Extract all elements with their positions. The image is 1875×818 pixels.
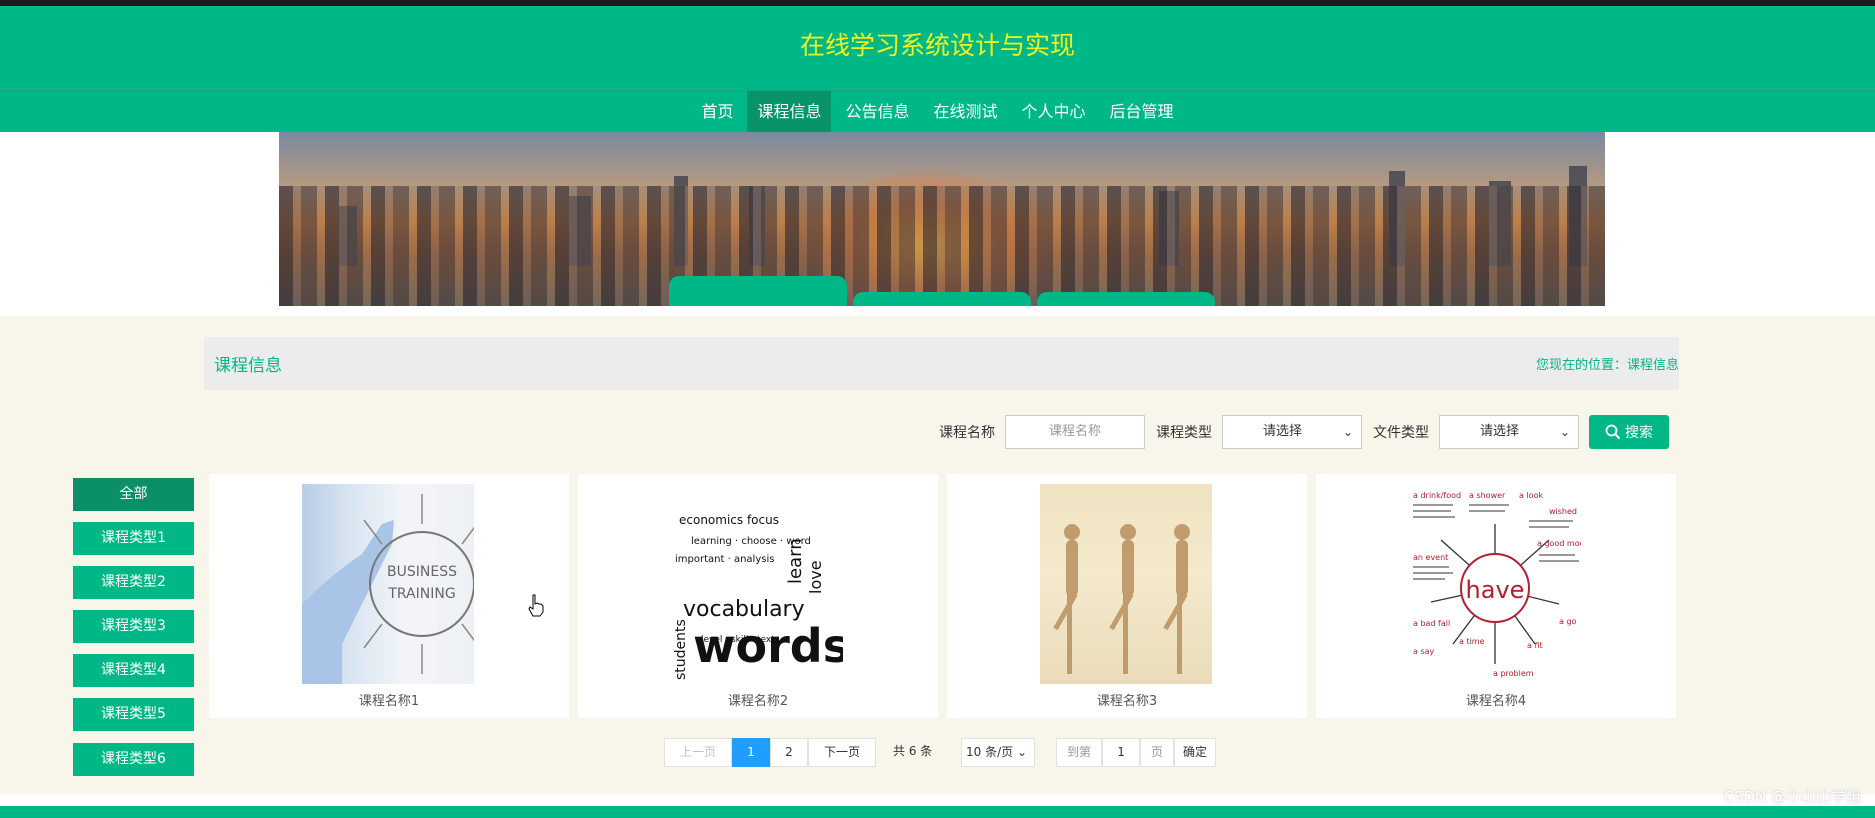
svg-text:a look: a look <box>1519 491 1543 500</box>
svg-text:a time: a time <box>1459 637 1485 646</box>
file-type-select[interactable]: 请选择 ⌄ <box>1439 415 1579 449</box>
category-type-3[interactable]: 课程类型3 <box>73 610 194 643</box>
pager-prev[interactable]: 上一页 <box>664 738 732 767</box>
pager-next[interactable]: 下一页 <box>808 738 876 767</box>
search-button-label: 搜索 <box>1625 425 1653 441</box>
svg-text:a bad fall: a bad fall <box>1413 619 1450 628</box>
course-card-4[interactable]: have a drink/food a shower a look wished an… <box>1316 474 1676 718</box>
banner-tab-2[interactable] <box>853 292 1031 306</box>
nav-home[interactable]: 首页 <box>691 91 743 132</box>
svg-text:a drink/food: a drink/food <box>1413 491 1461 500</box>
svg-text:a fit: a fit <box>1527 641 1543 650</box>
category-type-5[interactable]: 课程类型5 <box>73 698 194 731</box>
breadcrumb: 您现在的位置：课程信息 <box>1535 358 1679 373</box>
search-bar: 课程名称 <box>939 415 995 449</box>
svg-text:important · analysis: important · analysis <box>675 554 774 565</box>
pager-goto-input[interactable]: 1 <box>1102 738 1141 767</box>
site-title: 在线学习系统设计与实现 <box>799 31 1075 60</box>
chevron-down-icon: ⌄ <box>1342 425 1353 439</box>
nav-personal-center[interactable]: 个人中心 <box>1012 91 1096 132</box>
watermark: CSDN @小山山学姐 <box>1723 788 1861 806</box>
pager-page-1[interactable]: 1 <box>732 738 770 767</box>
svg-text:economics focus: economics focus <box>679 513 779 527</box>
pager-page-size: 10 条/页 <box>966 745 1014 759</box>
svg-text:a shower: a shower <box>1469 491 1506 500</box>
file-type-label: 文件类型 <box>1373 425 1429 441</box>
course-image-4[interactable]: have a drink/food a shower a look wished an… <box>1409 484 1581 684</box>
nav-online-test[interactable]: 在线测试 <box>924 91 1008 132</box>
nav-course-info[interactable]: 课程信息 <box>747 91 832 132</box>
section-title-bar: 课程信息 您现在的位置：课程信息 <box>204 337 1679 390</box>
course-card-1[interactable]: BUSINESS TRAINING 课程名称1 <box>209 474 569 718</box>
category-type-2[interactable]: 课程类型2 <box>73 566 194 599</box>
svg-text:students: students <box>673 619 689 680</box>
course-type-select[interactable]: 请选择 ⌄ <box>1222 415 1362 449</box>
svg-text:a say: a say <box>1413 647 1435 656</box>
course-type-label: 课程类型 <box>1156 425 1212 441</box>
svg-text:a good mood: a good mood <box>1537 539 1581 548</box>
pager-page-unit: 页 <box>1140 738 1175 767</box>
section-title: 课程信息 <box>214 356 282 376</box>
banner-image <box>279 132 1605 306</box>
course-name-3[interactable]: 课程名称3 <box>947 690 1307 709</box>
pagination: 上一页 1 2 下一页 <box>664 738 876 767</box>
banner-tab-1[interactable] <box>669 276 847 306</box>
category-type-4[interactable]: 课程类型4 <box>73 654 194 687</box>
course-name-label: 课程名称 <box>939 425 995 441</box>
search-button[interactable]: 搜索 <box>1589 415 1669 449</box>
course-image-text-4: have <box>1466 576 1525 604</box>
pager-total: 共 6 条 <box>893 744 933 758</box>
course-card-2[interactable]: economics focus learning · choose · word… <box>578 474 938 718</box>
course-image-text-2b: words <box>693 619 843 673</box>
footer-bar <box>0 806 1875 818</box>
chevron-down-icon: ⌄ <box>1559 425 1570 439</box>
category-type-1[interactable]: 课程类型1 <box>73 522 194 555</box>
category-all[interactable]: 全部 <box>73 478 194 511</box>
svg-text:level · skill · text: level · skill · text <box>701 635 775 645</box>
pager-goto-label: 到第 <box>1056 738 1103 767</box>
course-card-3[interactable]: 课程名称3 <box>947 474 1307 718</box>
course-type-value: 请选择 <box>1263 424 1303 439</box>
course-image-3[interactable] <box>1040 484 1212 684</box>
course-image-1[interactable]: BUSINESS TRAINING <box>302 484 474 684</box>
site-header: 在线学习系统设计与实现 首页 课程信息 公告信息 在线测试 个人中心 后台管理 <box>0 6 1875 132</box>
course-name-2[interactable]: 课程名称2 <box>578 690 938 709</box>
pager-page-size-select[interactable]: 10 条/页 ⌄ <box>961 738 1035 767</box>
search-icon <box>1605 424 1621 440</box>
course-image-text-1b: TRAINING <box>387 586 455 602</box>
course-image-text-1a: BUSINESS <box>387 564 457 580</box>
svg-text:a go: a go <box>1559 617 1577 626</box>
course-name-1[interactable]: 课程名称1 <box>209 690 569 709</box>
svg-text:an event: an event <box>1413 553 1448 562</box>
course-name-4[interactable]: 课程名称4 <box>1316 690 1676 709</box>
nav-announcements[interactable]: 公告信息 <box>835 91 919 132</box>
chevron-down-icon: ⌄ <box>1016 745 1028 759</box>
file-type-value: 请选择 <box>1480 424 1520 439</box>
banner-tab-3[interactable] <box>1037 292 1215 306</box>
pager-confirm-button[interactable]: 确定 <box>1174 738 1217 767</box>
svg-text:learn: learn <box>785 538 806 584</box>
pager-page-2[interactable]: 2 <box>770 738 808 767</box>
nav-admin[interactable]: 后台管理 <box>1100 91 1184 132</box>
course-name-input[interactable]: 课程名称 <box>1005 415 1145 449</box>
course-image-2[interactable]: economics focus learning · choose · word… <box>671 484 843 684</box>
svg-text:a problem: a problem <box>1493 669 1534 678</box>
svg-text:wished: wished <box>1549 507 1577 516</box>
hand-cursor-icon <box>528 594 544 617</box>
main-nav: 首页 课程信息 公告信息 在线测试 个人中心 后台管理 <box>0 91 1875 132</box>
category-type-6[interactable]: 课程类型6 <box>73 743 194 776</box>
svg-text:love: love <box>806 560 825 594</box>
